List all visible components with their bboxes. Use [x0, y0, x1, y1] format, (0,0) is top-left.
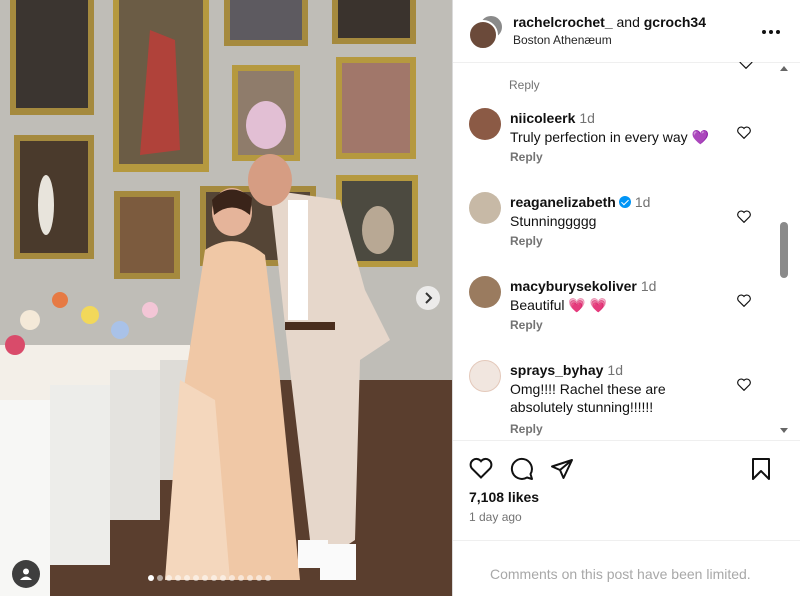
more-options-button[interactable] [762, 18, 780, 39]
likes-count[interactable]: 7,108 likes [469, 489, 539, 505]
post-timestamp: 1 day ago [469, 510, 522, 524]
carousel-indicator [148, 575, 271, 581]
account-link-main[interactable]: rachelcrochet_ [513, 14, 613, 30]
scroll-down-arrow[interactable] [780, 428, 788, 433]
carousel-dot [166, 575, 172, 581]
verified-badge-icon [618, 196, 631, 208]
post-accounts: rachelcrochet_ and gcroch34 [513, 14, 706, 30]
carousel-dot [193, 575, 199, 581]
heart-icon[interactable] [469, 457, 493, 479]
comment-username: macyburysekoliver 1d [510, 278, 656, 294]
user-tag-button[interactable] [12, 560, 40, 588]
bookmark-icon[interactable] [751, 457, 771, 481]
comment-text: Truly perfection in every way 💜 [510, 129, 709, 145]
comments-limited-text: Comments on this post have been limited. [490, 566, 751, 582]
comment-reply-button[interactable]: Reply [510, 234, 543, 248]
comment-reply-button[interactable]: Reply [510, 422, 543, 436]
comment-text: Omg!!!! Rachel these are absolutely stun… [510, 381, 666, 415]
carousel-dot [157, 575, 163, 581]
heart-icon[interactable] [737, 378, 751, 391]
carousel-dot [220, 575, 226, 581]
comment-reply-button[interactable]: Reply [510, 318, 543, 332]
carousel-dot [202, 575, 208, 581]
comment-username: niicoleerk 1d [510, 110, 595, 126]
carousel-next-button[interactable] [416, 286, 440, 310]
comment-username: sprays_byhay 1d [510, 362, 623, 378]
avatar[interactable] [469, 276, 501, 308]
scroll-thumb[interactable] [780, 222, 788, 278]
carousel-dot [175, 575, 181, 581]
comment-text: Stunninggggg [510, 213, 597, 229]
carousel-dot [184, 575, 190, 581]
carousel-dot [229, 575, 235, 581]
comments-limited-notice: Comments on this post have been limited. [453, 540, 800, 597]
avatar[interactable] [469, 108, 501, 140]
username-link[interactable]: reaganelizabeth [510, 194, 616, 210]
comment-reply-button[interactable]: Reply [509, 78, 540, 92]
heart-icon[interactable] [737, 294, 751, 307]
carousel-dot [265, 575, 271, 581]
comment-time: 1d [640, 278, 657, 294]
carousel-dot [238, 575, 244, 581]
avatar[interactable] [469, 192, 501, 224]
photo-image [0, 0, 452, 596]
comments-list[interactable]: Reply niicoleerk 1d Truly perfection in ev… [453, 62, 791, 440]
more-icon [762, 30, 780, 34]
post-header: rachelcrochet_ and gcroch34 Boston Athen… [453, 0, 800, 63]
username-link[interactable]: niicoleerk [510, 110, 575, 126]
accounts-joiner: and [616, 14, 640, 30]
carousel-dot [148, 575, 154, 581]
location-link[interactable]: Boston Athenæum [513, 33, 612, 47]
account-link-second[interactable]: gcroch34 [644, 14, 706, 30]
comment-username: reaganelizabeth 1d [510, 194, 650, 210]
avatar[interactable] [469, 360, 501, 392]
user-tag-icon [20, 568, 32, 580]
heart-icon[interactable] [737, 126, 751, 139]
chevron-right-icon [425, 292, 433, 304]
comments-scrollbar[interactable] [778, 62, 790, 440]
heart-icon[interactable] [737, 210, 751, 223]
username-link[interactable]: sprays_byhay [510, 362, 603, 378]
carousel-dot [256, 575, 262, 581]
post-side-panel: rachelcrochet_ and gcroch34 Boston Athen… [452, 0, 800, 596]
comment-time: 1d [634, 194, 651, 210]
heart-icon[interactable] [739, 62, 753, 69]
comment-icon[interactable] [510, 457, 534, 481]
scroll-up-arrow[interactable] [780, 66, 788, 71]
carousel-dot [247, 575, 253, 581]
username-link[interactable]: macyburysekoliver [510, 278, 637, 294]
avatar[interactable] [468, 14, 504, 50]
comment-reply-button[interactable]: Reply [510, 150, 543, 164]
comment-time: 1d [579, 110, 595, 126]
comment-text: Beautiful 💗 💗 [510, 297, 608, 313]
post-photo[interactable] [0, 0, 452, 596]
post-actions: 7,108 likes 1 day ago [453, 440, 800, 541]
carousel-dot [211, 575, 217, 581]
comment-time: 1d [607, 362, 623, 378]
share-icon[interactable] [550, 457, 574, 481]
